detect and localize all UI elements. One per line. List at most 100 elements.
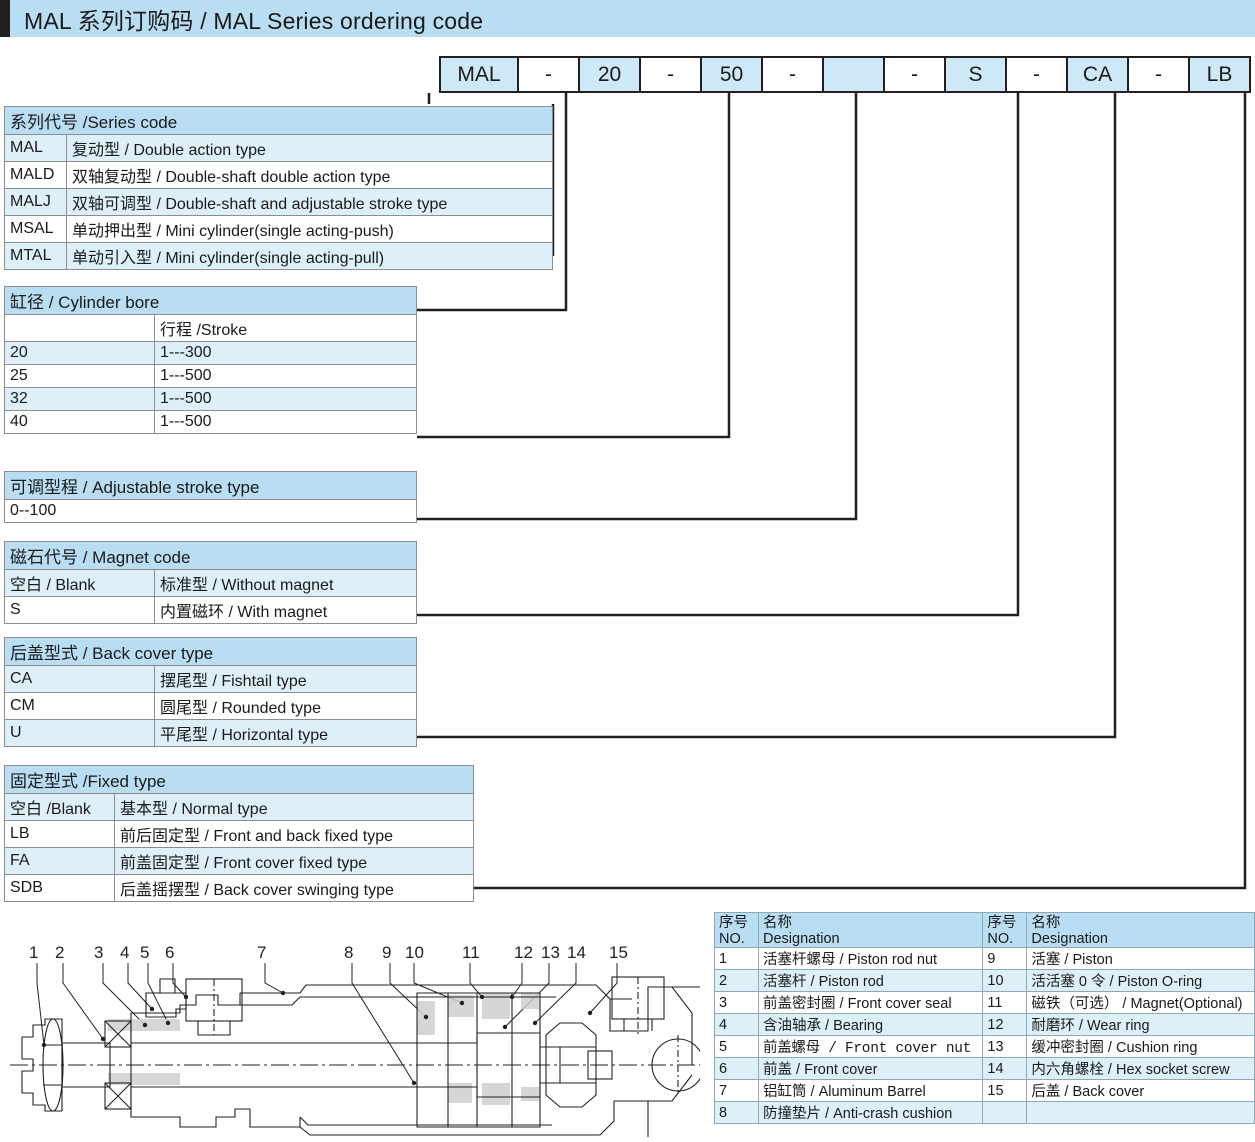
row-code: 25 (4, 364, 155, 388)
adjustable-stroke-table: 可调型程 / Adjustable stroke type 0--100 (4, 471, 417, 523)
part-number: 2 (714, 969, 759, 992)
parts-header-no: 序号 NO. (714, 912, 759, 948)
part-number: 6 (714, 1057, 759, 1080)
part-number: 8 (714, 1101, 759, 1124)
title-marker-icon (0, 0, 10, 37)
cylinder-bore-table: 缸径 / Cylinder bore 行程 /Stroke 20 1---300 2… (4, 286, 417, 434)
table-row: MSAL 单动押出型 / Mini cylinder(single acting-… (4, 215, 553, 243)
part-number: 14 (982, 1057, 1028, 1080)
magnet-code-header: 磁石代号 / Magnet code (4, 541, 417, 570)
drawing-callout-2: 2 (55, 943, 65, 962)
part-designation: 磁铁（可选） / Magnet(Optional) (1026, 991, 1255, 1014)
table-row: U 平尾型 / Horizontal type (4, 719, 417, 747)
part-designation: 含油轴承 / Bearing (757, 1013, 984, 1036)
row-code: MSAL (4, 215, 67, 243)
table-row: 25 1---500 (4, 364, 417, 388)
part-number: 11 (982, 991, 1028, 1014)
row-description: 标准型 / Without magnet (154, 569, 417, 597)
table-row: S 内置磁环 / With magnet (4, 596, 417, 624)
part-number (982, 1101, 1028, 1124)
back-cover-type-table: 后盖型式 / Back cover type CA 摆尾型 / Fishtail … (4, 637, 417, 747)
drawing-callout-7: 7 (257, 943, 267, 962)
ordering-code-strip: MAL -20-50- - S - CA - LB (439, 56, 1251, 93)
table-row: CM 圆尾型 / Rounded type (4, 692, 417, 720)
part-designation: 缓冲密封圈 / Cushion ring (1026, 1035, 1255, 1058)
row-code: 空白 / Blank (4, 569, 155, 597)
ordering-code-cell-12: LB (1188, 56, 1251, 93)
table-row: 40 1---500 (4, 410, 417, 434)
drawing-callout-12: 12 (514, 943, 533, 962)
parts-list-row: 8 防撞垫片 / Anti-crash cushion (714, 1101, 1255, 1124)
parts-list-header-row: 序号 NO. 名称 Designation 序号 NO. 名称 Designation (714, 912, 1255, 948)
row-description: 内置磁环 / With magnet (154, 596, 417, 624)
drawing-callout-9: 9 (382, 943, 392, 962)
row-description: 1---500 (154, 387, 417, 411)
adjustable-stroke-value: 0--100 (4, 499, 417, 523)
part-number: 15 (982, 1079, 1028, 1102)
row-code: FA (4, 847, 115, 875)
row-code: U (4, 719, 155, 747)
series-code-header: 系列代号 /Series code (4, 106, 553, 135)
parts-list-row: 1 活塞杆螺母 / Piston rod nut 9 活塞 / Piston (714, 947, 1255, 970)
row-description: 前后固定型 / Front and back fixed type (114, 820, 474, 848)
row-description: 圆尾型 / Rounded type (154, 692, 417, 720)
drawing-callout-1: 1 (29, 943, 39, 962)
part-number: 12 (982, 1013, 1028, 1036)
page-title-bar: MAL 系列订购码 / MAL Series ordering code (0, 0, 1255, 37)
row-code: 20 (4, 341, 155, 365)
back-cover-type-header: 后盖型式 / Back cover type (4, 637, 417, 666)
drawing-callout-15: 15 (609, 943, 628, 962)
ordering-code-cell-11: - (1127, 56, 1190, 93)
row-code: LB (4, 820, 115, 848)
part-number: 1 (714, 947, 759, 970)
row-code: MAL (4, 134, 67, 162)
drawing-callout-14: 14 (567, 943, 586, 962)
part-designation: 铝缸筒 / Aluminum Barrel (757, 1079, 984, 1102)
cylinder-bore-header: 缸径 / Cylinder bore (4, 286, 417, 315)
drawing-callout-3: 3 (94, 943, 104, 962)
parts-header-designation: 名称 Designation (1026, 912, 1255, 948)
parts-list-row: 5 前盖螺母 / Front cover nut 13 缓冲密封圈 / Cushion… (714, 1035, 1255, 1058)
parts-header-designation: 名称 Designation (757, 912, 984, 948)
table-row: 32 1---500 (4, 387, 417, 411)
ordering-code-cell-9: - (1005, 56, 1068, 93)
row-code: 32 (4, 387, 155, 411)
drawing-callout-8: 8 (344, 943, 354, 962)
row-code: SDB (4, 874, 115, 902)
cylinder-drawing-svg (10, 963, 705, 1142)
parts-list-table: 序号 NO. 名称 Designation 序号 NO. 名称 Designation 1 活塞杆… (714, 912, 1255, 1124)
part-number: 3 (714, 991, 759, 1014)
adjustable-stroke-header: 可调型程 / Adjustable stroke type (4, 471, 417, 500)
table-row: CA 摆尾型 / Fishtail type (4, 665, 417, 693)
drawing-callout-13: 13 (541, 943, 560, 962)
ordering-code-cell-6 (822, 56, 885, 93)
row-description: 单动引入型 / Mini cylinder(single acting-pull… (66, 242, 553, 270)
cylinder-cross-section-drawing: 1 2 3 4 5 6 7 8 9 10 11 12 13 14 15 (0, 935, 705, 1142)
part-designation: 防撞垫片 / Anti-crash cushion (757, 1101, 984, 1124)
row-description: 双轴复动型 / Double-shaft double action type (66, 161, 553, 189)
page-title: MAL 系列订购码 / MAL Series ordering code (24, 7, 484, 34)
ordering-code-cell-8: S (944, 56, 1007, 93)
magnet-code-table: 磁石代号 / Magnet code 空白 / Blank 标准型 / Witho… (4, 541, 417, 624)
part-designation: 活活塞 0 令 / Piston O-ring (1026, 969, 1255, 992)
table-row: LB 前后固定型 / Front and back fixed type (4, 820, 474, 848)
ordering-code-cell-0: MAL (439, 56, 519, 93)
table-row: MALD 双轴复动型 / Double-shaft double action t… (4, 161, 553, 189)
row-description: 单动押出型 / Mini cylinder(single acting-push… (66, 215, 553, 243)
row-description: 基本型 / Normal type (114, 793, 474, 821)
row-description: 1---300 (154, 341, 417, 365)
ordering-code-cell-2: 20 (578, 56, 641, 93)
part-designation: 前盖螺母 / Front cover nut (757, 1035, 984, 1058)
part-designation: 耐磨环 / Wear ring (1026, 1013, 1255, 1036)
fixed-type-table: 固定型式 /Fixed type 空白 /Blank 基本型 / Normal t… (4, 765, 474, 902)
series-code-table: 系列代号 /Series code MAL 复动型 / Double action… (4, 106, 553, 270)
row-description: 前盖固定型 / Front cover fixed type (114, 847, 474, 875)
parts-header-no: 序号 NO. (982, 912, 1028, 948)
drawing-callout-11: 11 (462, 943, 480, 962)
drawing-callout-10: 10 (405, 943, 424, 962)
table-row: MALJ 双轴可调型 / Double-shaft and adjustable … (4, 188, 553, 216)
part-designation: 内六角螺栓 / Hex socket screw (1026, 1057, 1255, 1080)
row-code: S (4, 596, 155, 624)
part-designation: 活塞杆 / Piston rod (757, 969, 984, 992)
part-designation: 前盖 / Front cover (757, 1057, 984, 1080)
